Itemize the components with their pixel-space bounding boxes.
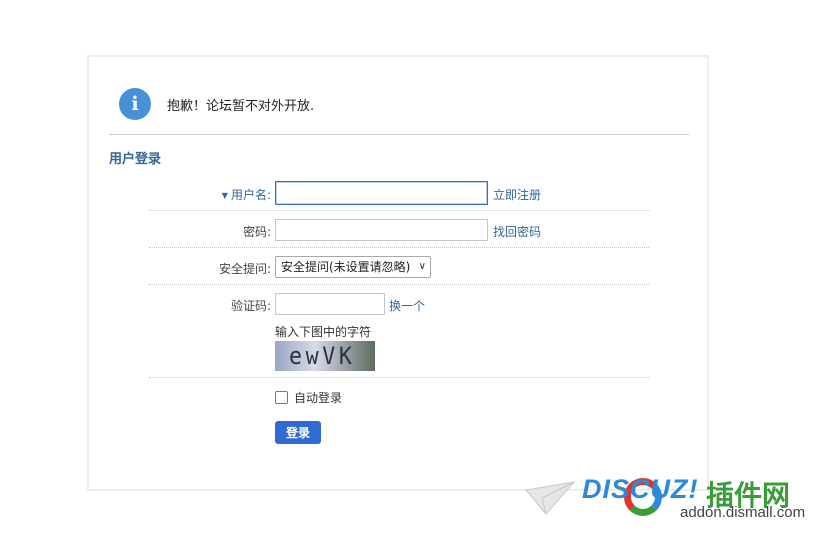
caret-down-icon: ▼: [221, 191, 228, 200]
notice-message: 抱歉！论坛暂不对外开放.: [167, 98, 315, 114]
security-selected: 安全提问(未设置请忽略): [281, 260, 411, 274]
login-panel: i 抱歉！论坛暂不对外开放. 用户登录 ▼ 用户名: 立即注册 密码: 找回密码 …: [87, 55, 709, 491]
auto-login-checkbox[interactable]: [275, 391, 288, 404]
captcha-text: ewVK: [289, 342, 356, 370]
row-separator: [149, 247, 649, 248]
row-separator: [149, 284, 649, 285]
forgot-password-link[interactable]: 找回密码: [493, 223, 541, 240]
notice: i 抱歉！论坛暂不对外开放.: [119, 87, 314, 121]
chevron-down-icon: ∨: [418, 261, 426, 272]
captcha-image[interactable]: ewVK: [275, 341, 375, 371]
captcha-refresh-link[interactable]: 换一个: [389, 297, 425, 314]
auto-login[interactable]: 自动登录: [275, 389, 342, 406]
username-row: ▼ 用户名: 立即注册: [149, 181, 649, 205]
security-row: 安全提问: 安全提问(未设置请忽略) ∨: [149, 256, 649, 278]
login-button[interactable]: 登录: [275, 421, 321, 444]
auto-login-row: 自动登录: [149, 389, 649, 405]
captcha-hint-row: 输入下图中的字符: [149, 323, 649, 339]
watermark-name: 插件网: [706, 479, 791, 512]
captcha-input[interactable]: [275, 293, 385, 315]
security-label: 安全提问:: [218, 262, 271, 276]
register-link[interactable]: 立即注册: [493, 186, 541, 203]
username-input[interactable]: [275, 181, 488, 205]
watermark-site: addon.dismall.com: [680, 504, 806, 521]
auto-login-label[interactable]: 自动登录: [294, 389, 342, 406]
info-icon: i: [119, 88, 151, 120]
captcha-image-row: ewVK: [149, 341, 649, 371]
password-row: 密码: 找回密码: [149, 219, 649, 241]
section-title: 用户登录: [109, 152, 162, 167]
captcha-label: 验证码:: [230, 299, 271, 313]
divider: [109, 134, 689, 135]
password-label: 密码:: [242, 225, 271, 239]
submit-row: 登录: [149, 421, 649, 445]
row-separator: [149, 377, 649, 378]
security-question-select[interactable]: 安全提问(未设置请忽略) ∨: [275, 256, 431, 278]
row-separator: [149, 210, 649, 211]
captcha-hint: 输入下图中的字符: [275, 325, 372, 339]
password-input[interactable]: [275, 219, 488, 241]
captcha-row: 验证码: 换一个: [149, 293, 649, 315]
username-label[interactable]: ▼ 用户名:: [222, 186, 271, 203]
